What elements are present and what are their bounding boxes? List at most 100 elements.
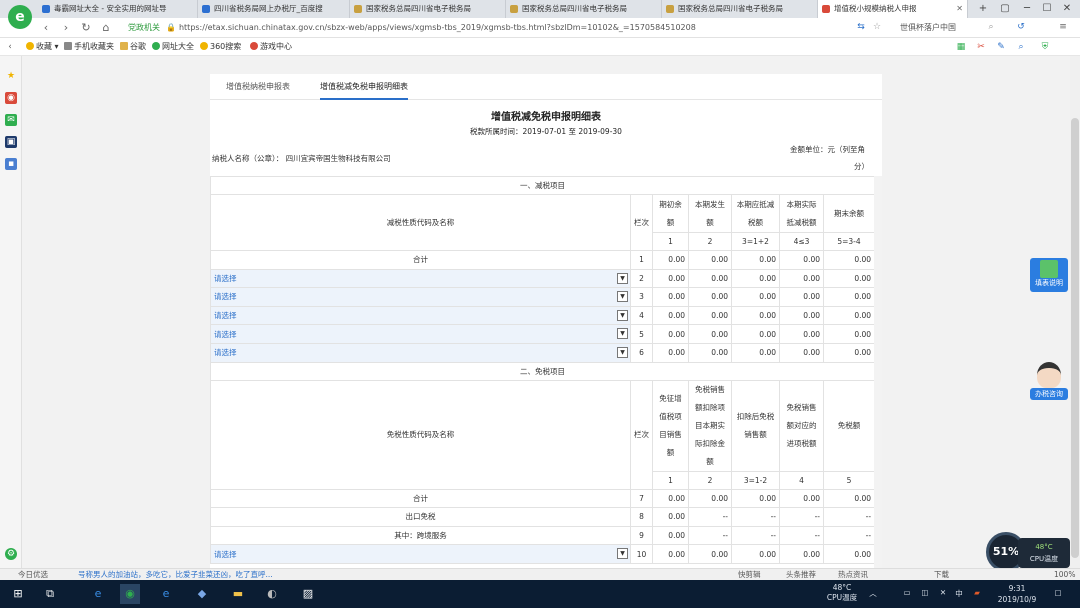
minimize-icon[interactable]: ─ — [1016, 0, 1038, 18]
amount-cell[interactable]: 0.00 — [652, 268, 689, 289]
star-icon[interactable]: ☆ — [872, 22, 882, 32]
amount-cell[interactable]: 0.00 — [779, 324, 824, 344]
amount-cell[interactable]: 0.00 — [779, 250, 824, 270]
new-tab-button[interactable]: + — [972, 0, 994, 18]
browser-taskbar-icon[interactable]: ◉ — [120, 584, 140, 604]
help-button[interactable]: 填表说明 — [1030, 258, 1068, 292]
tax-code-select[interactable]: 请选择 ▼ — [210, 544, 631, 564]
consult-button[interactable]: 办税咨询 — [1030, 362, 1068, 404]
chevron-down-icon[interactable]: ▼ — [617, 548, 628, 560]
search-icon[interactable]: ⌕ — [986, 22, 996, 32]
browser-tab[interactable]: 四川省税务局网上办税厅_百度搜 — [198, 0, 350, 18]
amount-cell[interactable]: 0.00 — [731, 342, 780, 363]
taskbar-cpu-temp[interactable]: 48°C CPU温度 — [822, 583, 862, 603]
disk-icon[interactable]: ◐ — [262, 584, 282, 604]
tax-code-select[interactable]: 请选择 ▼ — [210, 305, 631, 326]
input-method[interactable]: 中 — [954, 588, 964, 599]
edge-icon[interactable]: e — [88, 584, 108, 604]
amount-cell[interactable]: 0.00 — [779, 342, 824, 363]
tax-code-select[interactable]: 请选择 ▼ — [210, 342, 631, 363]
amount-cell[interactable]: 0.00 — [779, 268, 824, 289]
amount-cell[interactable]: 0.00 — [652, 507, 689, 527]
home-icon[interactable]: ⌂ — [98, 20, 114, 36]
bookmark-mobile[interactable]: 手机收藏夹 — [64, 38, 114, 56]
task-view-icon[interactable]: ⧉ — [40, 584, 60, 604]
url-field[interactable]: 党政机关 🔒 https://etax.sichuan.chinatax.gov.c… — [128, 20, 848, 36]
share-icon[interactable]: ⇆ — [856, 22, 866, 32]
amount-cell[interactable]: 0.00 — [822, 268, 876, 289]
amount-cell[interactable]: 0.00 — [688, 342, 732, 363]
shield-icon[interactable]: ⛨ — [1040, 42, 1050, 52]
amount-cell[interactable]: 0.00 — [652, 287, 689, 307]
amount-cell[interactable]: 0.00 — [731, 324, 780, 344]
skin-icon[interactable]: ▢ — [994, 0, 1016, 18]
zoom-icon[interactable]: ⌕ — [1016, 42, 1026, 52]
chevron-down-icon[interactable]: ▼ — [617, 328, 628, 340]
amount-cell[interactable]: 0.00 — [779, 287, 824, 307]
bookmark-google[interactable]: 谷歌 — [120, 38, 146, 56]
tab-vat-relief[interactable]: 增值税减免税申报明细表 — [320, 74, 408, 100]
history-icon[interactable]: ↺ — [1016, 22, 1026, 32]
amount-cell[interactable]: 0.00 — [652, 525, 689, 546]
forward-icon[interactable]: › — [58, 20, 74, 36]
plugin-icon[interactable]: ▪ — [5, 158, 17, 170]
battery-icon[interactable]: ▭ — [902, 588, 912, 597]
tab-close-icon[interactable]: ✕ — [956, 0, 963, 18]
page-scrollbar[interactable] — [1070, 56, 1080, 568]
chevron-down-icon[interactable]: ▼ — [617, 272, 628, 284]
browser-tab[interactable]: 国家税务总局四川省电子税务局 — [662, 0, 818, 18]
tax-code-select[interactable]: 请选择 ▼ — [210, 324, 631, 344]
notification-icon[interactable]: ▢ — [1052, 588, 1064, 597]
amount-cell[interactable]: 0.00 — [779, 544, 824, 564]
amount-cell[interactable]: 0.00 — [688, 305, 732, 326]
amount-cell[interactable]: 0.00 — [731, 488, 780, 509]
app-icon[interactable]: ▣ — [5, 136, 17, 148]
amount-cell[interactable]: 0.00 — [822, 342, 876, 363]
favorites-icon[interactable]: ★ — [5, 70, 17, 82]
folder-icon[interactable]: ▬ — [228, 584, 248, 604]
amount-cell[interactable]: 0.00 — [652, 544, 689, 564]
bookmark-games[interactable]: 游戏中心 — [250, 38, 292, 56]
settings-icon[interactable]: ⚙ — [5, 548, 17, 560]
amount-cell[interactable]: 0.00 — [822, 287, 876, 307]
amount-cell[interactable]: 0.00 — [688, 268, 732, 289]
search-input[interactable]: 世俱杯落户中国 — [900, 21, 980, 35]
bookmark-360[interactable]: 360搜索 — [200, 38, 241, 56]
cpu-temp-widget[interactable]: 48°C CPU温度 — [1018, 538, 1070, 568]
weibo-icon[interactable]: ◉ — [5, 92, 17, 104]
amount-cell[interactable]: 0.00 — [688, 287, 732, 307]
tab-vat-return[interactable]: 增值税纳税申报表 — [226, 74, 290, 100]
amount-cell[interactable]: 0.00 — [652, 324, 689, 344]
close-icon[interactable]: ✕ — [1056, 0, 1078, 18]
chevron-left-icon[interactable]: ‹ — [2, 39, 18, 55]
chevron-down-icon[interactable]: ▼ — [617, 309, 628, 321]
back-icon[interactable]: ‹ — [38, 20, 54, 36]
amount-cell[interactable]: 0.00 — [822, 544, 876, 564]
mail-icon[interactable]: ✉ — [5, 114, 17, 126]
tax-code-select[interactable]: 请选择 ▼ — [210, 268, 631, 289]
amount-cell[interactable]: 0.00 — [822, 305, 876, 326]
refresh-icon[interactable]: ↻ — [78, 20, 94, 36]
bookmark-favorites[interactable]: 收藏 ▾ — [26, 38, 59, 56]
clock[interactable]: 9:31 2019/10/9 — [992, 583, 1042, 605]
amount-cell[interactable]: 0.00 — [822, 324, 876, 344]
windows-start-icon[interactable]: ⊞ — [8, 584, 28, 604]
volume-icon[interactable]: ✕ — [938, 588, 948, 597]
browser-tab[interactable]: 国家税务总局四川省电子税务局 — [506, 0, 662, 18]
network-icon[interactable]: ◫ — [920, 588, 930, 597]
amount-cell[interactable]: 0.00 — [822, 250, 876, 270]
amount-cell[interactable]: 0.00 — [731, 287, 780, 307]
browser-tab[interactable]: 国家税务总局四川省电子税务局 — [350, 0, 506, 18]
amount-cell[interactable]: 0.00 — [779, 305, 824, 326]
maximize-icon[interactable]: ☐ — [1036, 0, 1058, 18]
photo-icon[interactable]: ▨ — [298, 584, 318, 604]
page-scrollbar-thumb[interactable] — [1071, 118, 1079, 558]
amount-cell[interactable]: 0.00 — [652, 488, 689, 509]
amount-cell[interactable]: 0.00 — [688, 544, 732, 564]
browser-tab[interactable]: 增值税小规模纳税人申报 ✕ — [818, 0, 968, 18]
amount-cell[interactable]: 0.00 — [731, 544, 780, 564]
bookmark-sites[interactable]: 网址大全 — [152, 38, 194, 56]
scissors-icon[interactable]: ✂ — [976, 42, 986, 52]
antivirus-icon[interactable]: ▰ — [972, 588, 982, 597]
tax-code-select[interactable]: 请选择 ▼ — [210, 287, 631, 307]
